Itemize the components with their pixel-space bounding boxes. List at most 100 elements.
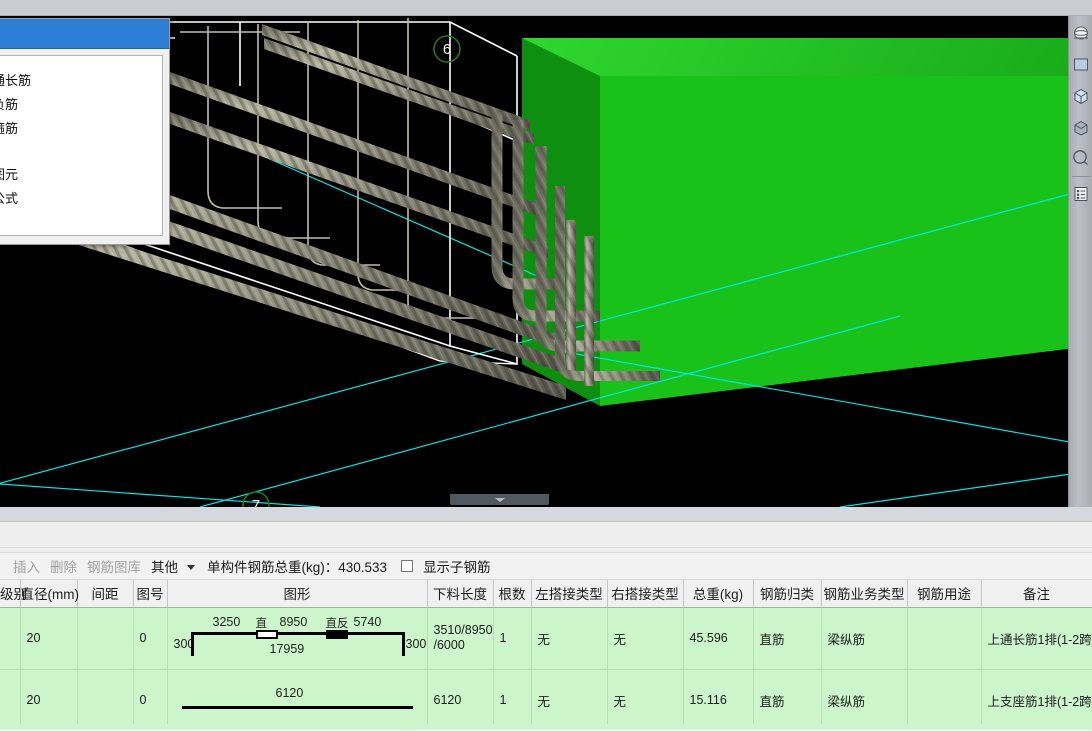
isometric-view-icon[interactable] — [1070, 81, 1092, 111]
cell-category[interactable]: 直筋 — [753, 669, 822, 730]
straight-bar-diagram: 6120 — [174, 680, 422, 720]
col-header-grade[interactable]: 级别 — [0, 580, 27, 608]
grid-bottom-edge — [0, 724, 1092, 730]
shape-splice-mark-2: 直反 — [325, 618, 349, 630]
rebar-table[interactable]: 级别 直径(mm) 间距 图号 图形 下料长度 根数 左搭接类型 右搭接类型 总… — [0, 580, 1092, 730]
col-header-usage[interactable]: 钢筋用途 — [907, 580, 982, 608]
cell-cut-length[interactable]: 6120 — [427, 669, 494, 730]
total-weight-label: 单构件钢筋总重(kg)：430.533 — [207, 560, 388, 575]
toolbar-divider — [1071, 176, 1090, 177]
cell-shape-no[interactable]: 0 — [133, 607, 168, 670]
col-header-diameter[interactable]: 直径(mm) — [20, 580, 79, 608]
col-header-remark[interactable]: 备注 — [981, 580, 1092, 608]
cell-left-splice[interactable]: 无 — [531, 669, 608, 730]
cell-business[interactable]: 梁纵筋 — [821, 607, 908, 670]
other-menu-button[interactable]: 其他 — [146, 556, 183, 576]
property-list-icon[interactable] — [1070, 179, 1092, 209]
shape-segment-2-label: 8950 — [279, 615, 308, 629]
table-row[interactable]: 20 0 300 3250 直 8950 直反 5740 300 17959 3… — [0, 607, 1092, 670]
shape-splice-mark-1: 直 — [255, 618, 268, 630]
circle-select-icon[interactable] — [1070, 143, 1092, 173]
cell-spacing[interactable] — [77, 669, 134, 730]
cell-shape-no[interactable]: 0 — [133, 669, 168, 730]
cell-diameter[interactable]: 20 — [20, 607, 78, 670]
cell-shape-diagram[interactable]: 300 3250 直 8950 直反 5740 300 17959 — [167, 607, 428, 670]
cell-remark[interactable]: 上支座筋1排(1-2跨) — [981, 669, 1092, 730]
cell-usage[interactable] — [907, 607, 982, 670]
viewport-top-strip — [0, 0, 1092, 16]
cell-count[interactable]: 1 — [493, 669, 532, 730]
context-popup-menu[interactable]: 通长筋 负筋 箍筋 图元 公式 — [0, 18, 170, 245]
shape-left-hook — [190, 632, 194, 656]
cell-total-weight[interactable]: 15.116 — [683, 669, 754, 730]
splice-marker-solid-icon — [325, 630, 348, 639]
popup-menu-gap — [0, 141, 162, 163]
col-header-right-splice[interactable]: 右搭接类型 — [607, 580, 684, 608]
col-header-business[interactable]: 钢筋业务类型 — [821, 580, 908, 608]
bent-bar-diagram: 300 3250 直 8950 直反 5740 300 17959 — [174, 610, 426, 666]
view-tools-toolbar[interactable] — [1068, 16, 1092, 507]
shape-total-length-label: 17959 — [269, 642, 305, 656]
cell-left-splice[interactable]: 无 — [531, 607, 608, 670]
col-header-shape[interactable]: 图形 — [167, 580, 428, 608]
popup-item-gongshi[interactable]: 公式 — [0, 187, 162, 211]
cell-grade[interactable] — [0, 669, 21, 730]
shape-segment-3-label: 5740 — [353, 615, 382, 629]
cell-diameter[interactable]: 20 — [20, 669, 78, 730]
popup-item-gujin[interactable]: 箍筋 — [0, 117, 162, 141]
cut-length-line-1: 3510/8950 — [433, 623, 493, 637]
shape-horizontal-bar — [181, 706, 413, 709]
cell-remark[interactable]: 上通长筋1排(1-2跨) — [981, 607, 1092, 670]
rebar-toolbar[interactable]: 插入 删除 钢筋图库 其他 单构件钢筋总重(kg)：430.533 显示子钢筋 — [0, 553, 1092, 580]
popup-item-tuyuan[interactable]: 图元 — [0, 163, 162, 187]
col-header-category[interactable]: 钢筋归类 — [753, 580, 822, 608]
cell-business[interactable]: 梁纵筋 — [821, 669, 908, 730]
shape-length-label: 6120 — [275, 686, 304, 700]
cell-total-weight[interactable]: 45.596 — [683, 607, 754, 670]
splice-marker-hollow-icon — [255, 630, 278, 639]
3d-viewport[interactable]: 6 7 长筋 筋 筋 元 式 — [0, 0, 1092, 507]
shape-right-leg-label: 300 — [405, 637, 427, 651]
col-header-left-splice[interactable]: 左搭接类型 — [531, 580, 608, 608]
col-header-count[interactable]: 根数 — [493, 580, 532, 608]
rebar-grid[interactable]: 级别 直径(mm) 间距 图号 图形 下料长度 根数 左搭接类型 右搭接类型 总… — [0, 580, 1092, 730]
cell-shape-diagram[interactable]: 6120 — [167, 669, 428, 730]
shape-horizontal-bar — [190, 632, 405, 635]
col-header-spacing[interactable]: 间距 — [77, 580, 134, 608]
cell-usage[interactable] — [907, 669, 982, 730]
front-view-icon[interactable] — [1070, 50, 1092, 80]
cell-category[interactable]: 直筋 — [753, 607, 822, 670]
table-row[interactable]: 20 0 6120 6120 1 无 无 15.116 直筋 梁纵筋 上支座筋1… — [0, 669, 1092, 730]
cell-count[interactable]: 1 — [493, 607, 532, 670]
box-view-icon[interactable] — [1070, 112, 1092, 142]
svg-text:7: 7 — [252, 497, 260, 507]
cell-right-splice[interactable]: 无 — [607, 607, 684, 670]
chevron-down-icon[interactable] — [187, 564, 195, 570]
popup-item-tongchangjin[interactable]: 通长筋 — [0, 69, 162, 93]
delete-button[interactable]: 删除 — [45, 556, 82, 576]
shape-segment-1-label: 3250 — [212, 615, 241, 629]
col-header-cut-length[interactable]: 下料长度 — [427, 580, 494, 608]
popup-title-bar — [0, 19, 169, 49]
show-sub-rebar-checkbox[interactable] — [401, 560, 414, 572]
show-sub-rebar-label[interactable]: 显示子钢筋 — [419, 556, 495, 576]
panel-collapse-handle[interactable] — [450, 494, 549, 505]
cell-right-splice[interactable]: 无 — [607, 669, 684, 730]
rebar-library-button[interactable]: 钢筋图库 — [82, 556, 146, 576]
orbit-3d-icon[interactable] — [1070, 19, 1092, 49]
panel-splitter[interactable] — [0, 507, 1092, 522]
application-root: 6 7 长筋 筋 筋 元 式 插入 删除 钢筋图库 其他 单构件钢筋总重(kg)… — [0, 0, 1092, 731]
col-header-shape-no[interactable]: 图号 — [133, 580, 168, 608]
panel-blank-strip — [0, 522, 1092, 548]
cell-cut-length[interactable]: 3510/8950 /6000 — [427, 607, 494, 670]
insert-button[interactable]: 插入 — [8, 556, 45, 576]
cut-length-line-2: /6000 — [433, 638, 465, 652]
chevron-down-icon — [494, 497, 505, 502]
col-header-total-weight[interactable]: 总重(kg) — [683, 580, 754, 608]
shape-right-hook — [401, 632, 405, 656]
table-header-row: 级别 直径(mm) 间距 图号 图形 下料长度 根数 左搭接类型 右搭接类型 总… — [0, 580, 1092, 608]
popup-item-fujin[interactable]: 负筋 — [0, 93, 162, 117]
cell-spacing[interactable] — [77, 607, 134, 670]
popup-menu-list[interactable]: 通长筋 负筋 箍筋 图元 公式 — [0, 55, 163, 236]
cell-grade[interactable] — [0, 607, 21, 670]
